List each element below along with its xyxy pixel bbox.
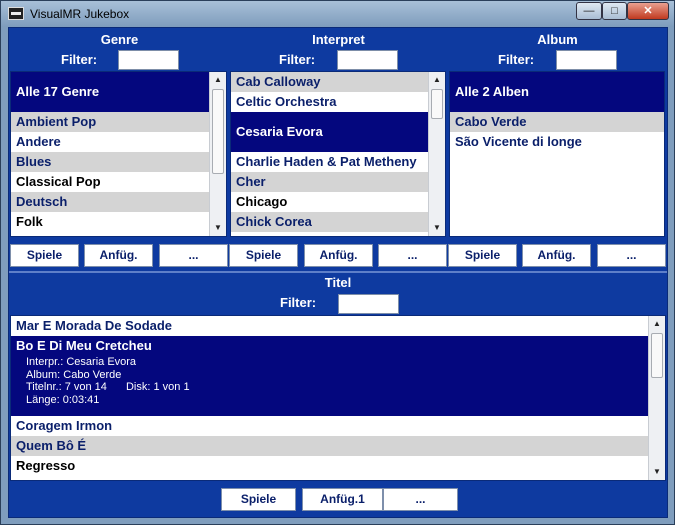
titel-play-button[interactable]: Spiele <box>221 488 296 511</box>
app-icon <box>8 7 24 20</box>
list-item-selected[interactable]: Bo E Di Meu Cretcheu Interpr.: Cesaria E… <box>11 336 665 416</box>
scroll-down-icon[interactable]: ▼ <box>210 220 226 236</box>
album-filter-label: Filter: <box>498 52 535 67</box>
scroll-up-icon[interactable]: ▲ <box>429 72 445 88</box>
list-item[interactable]: Regresso <box>11 456 665 476</box>
genre-title: Genre <box>100 32 139 47</box>
list-item[interactable]: Cab Calloway <box>231 72 445 92</box>
interpret-more-button[interactable]: ... <box>378 244 447 267</box>
album-list[interactable]: Alle 2 Alben Cabo Verde São Vicente di l… <box>449 71 665 237</box>
list-item[interactable]: Cher <box>231 172 445 192</box>
list-item[interactable]: Folk <box>11 212 226 232</box>
list-item[interactable]: Cabo Verde <box>450 112 664 132</box>
interpret-scrollbar[interactable]: ▲ ▼ <box>428 72 445 236</box>
titel-title: Titel <box>324 275 352 290</box>
genre-enqueue-button[interactable]: Anfüg. <box>84 244 153 267</box>
genre-play-button[interactable]: Spiele <box>10 244 79 267</box>
titel-enqueue-button[interactable]: Anfüg.1 <box>302 488 383 511</box>
list-item[interactable]: Quem Bô É <box>11 436 665 456</box>
interpret-filter-input[interactable] <box>337 50 398 70</box>
album-play-button[interactable]: Spiele <box>448 244 517 267</box>
list-item[interactable]: Deutsch <box>11 192 226 212</box>
list-item[interactable]: Blues <box>11 152 226 172</box>
titel-filter-input[interactable] <box>338 294 399 314</box>
scroll-down-icon[interactable]: ▼ <box>429 220 445 236</box>
genre-more-button[interactable]: ... <box>159 244 228 267</box>
album-title: Album <box>537 32 578 47</box>
scroll-up-icon[interactable]: ▲ <box>210 72 226 88</box>
titel-more-button[interactable]: ... <box>383 488 458 511</box>
titel-filter-label: Filter: <box>280 295 317 310</box>
list-item[interactable]: Charlie Haden & Pat Metheny <box>231 152 445 172</box>
interpret-list[interactable]: Cab Calloway Celtic Orchestra Cesaria Ev… <box>230 71 446 237</box>
genre-scrollbar[interactable]: ▲ ▼ <box>209 72 226 236</box>
scroll-thumb[interactable] <box>212 89 224 174</box>
list-item[interactable]: Chick Corea <box>231 212 445 232</box>
list-item[interactable]: Celtic Orchestra <box>231 92 445 112</box>
selected-title-name: Bo E Di Meu Cretcheu <box>16 338 152 353</box>
interpret-play-button[interactable]: Spiele <box>229 244 298 267</box>
scroll-up-icon[interactable]: ▲ <box>649 316 665 332</box>
scroll-down-icon[interactable]: ▼ <box>649 464 665 480</box>
scroll-thumb[interactable] <box>431 89 443 119</box>
maximize-button[interactable]: □ <box>602 2 627 20</box>
selected-title-disk: Disk: 1 von 1 <box>125 381 190 393</box>
genre-all-item[interactable]: Alle 17 Genre <box>11 72 226 112</box>
list-item[interactable]: Andere <box>11 132 226 152</box>
selected-title-track: Titelnr.: 7 von 14 <box>26 381 107 393</box>
list-item-selected[interactable]: Cesaria Evora <box>231 112 445 152</box>
list-item[interactable]: Mar E Morada De Sodade <box>11 316 665 336</box>
interpret-filter-label: Filter: <box>279 52 316 67</box>
list-item[interactable]: Classical Pop <box>11 172 226 192</box>
app-window: VisualMR Jukebox — □ ✕ Genre Filter: All… <box>0 0 675 525</box>
genre-list[interactable]: Alle 17 Genre Ambient Pop Andere Blues C… <box>10 71 227 237</box>
selected-title-length: Länge: 0:03:41 <box>26 393 100 406</box>
scroll-thumb[interactable] <box>651 333 663 378</box>
minimize-button[interactable]: — <box>576 2 602 20</box>
album-filter-input[interactable] <box>556 50 617 70</box>
interpret-enqueue-button[interactable]: Anfüg. <box>304 244 373 267</box>
selected-title-track-row: Titelnr.: 7 von 14 Disk: 1 von 1 <box>16 381 665 394</box>
album-more-button[interactable]: ... <box>597 244 666 267</box>
section-divider <box>9 271 667 273</box>
list-item[interactable]: São Vicente di longe <box>450 132 664 152</box>
title-bar[interactable]: VisualMR Jukebox — □ ✕ <box>1 1 674 27</box>
list-item[interactable]: Coragem Irmon <box>11 416 665 436</box>
genre-filter-input[interactable] <box>118 50 179 70</box>
genre-filter-label: Filter: <box>61 52 98 67</box>
titel-scrollbar[interactable]: ▲ ▼ <box>648 316 665 480</box>
album-all-item[interactable]: Alle 2 Alben <box>450 72 664 112</box>
list-item[interactable]: Ambient Pop <box>11 112 226 132</box>
close-button[interactable]: ✕ <box>627 2 669 20</box>
titel-list[interactable]: Mar E Morada De Sodade Bo E Di Meu Cretc… <box>10 315 666 481</box>
album-enqueue-button[interactable]: Anfüg. <box>522 244 591 267</box>
selected-title-interpret: Interpr.: Cesaria Evora <box>26 356 137 368</box>
selected-title-album: Album: Cabo Verde <box>26 368 122 381</box>
window-title: VisualMR Jukebox <box>30 7 130 21</box>
interpret-title: Interpret <box>312 32 365 47</box>
jukebox-panel: Genre Filter: Alle 17 Genre Ambient Pop … <box>8 27 668 518</box>
list-item[interactable]: Chicago <box>231 192 445 212</box>
